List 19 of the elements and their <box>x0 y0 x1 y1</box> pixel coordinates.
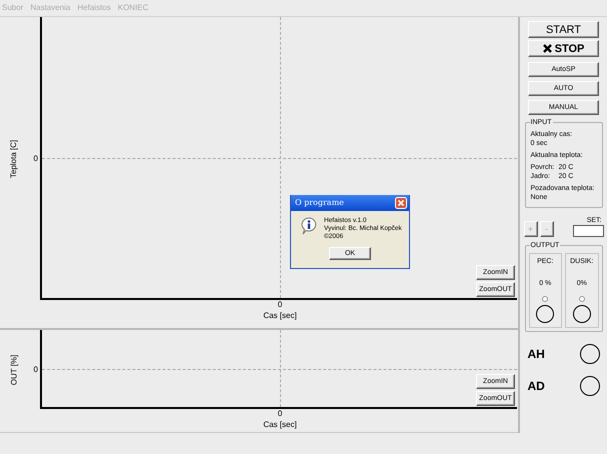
axis-label: Cas [sec] <box>263 311 297 322</box>
stop-button[interactable]: STOP <box>528 40 599 57</box>
cross-icon <box>542 44 552 53</box>
indicator-label: AD <box>528 378 545 395</box>
tick-label: 0 <box>34 152 38 164</box>
tick-label: 0 <box>278 300 282 311</box>
set-input[interactable] <box>572 225 604 237</box>
start-button[interactable]: START <box>528 21 599 38</box>
tick-label: 0 <box>278 409 282 420</box>
info-icon <box>301 217 317 235</box>
radio-button[interactable] <box>542 296 548 302</box>
dialog-title: O programe <box>295 197 344 209</box>
axis-label: Cas [sec] <box>263 420 297 431</box>
indicator-label: AH <box>528 346 545 363</box>
radio-button[interactable] <box>578 296 585 302</box>
tick-label: 0 <box>34 364 38 376</box>
axis-label: Teplota [C] <box>8 139 19 178</box>
axis-label: OUT [%] <box>8 354 20 385</box>
close-button[interactable] <box>395 197 407 209</box>
